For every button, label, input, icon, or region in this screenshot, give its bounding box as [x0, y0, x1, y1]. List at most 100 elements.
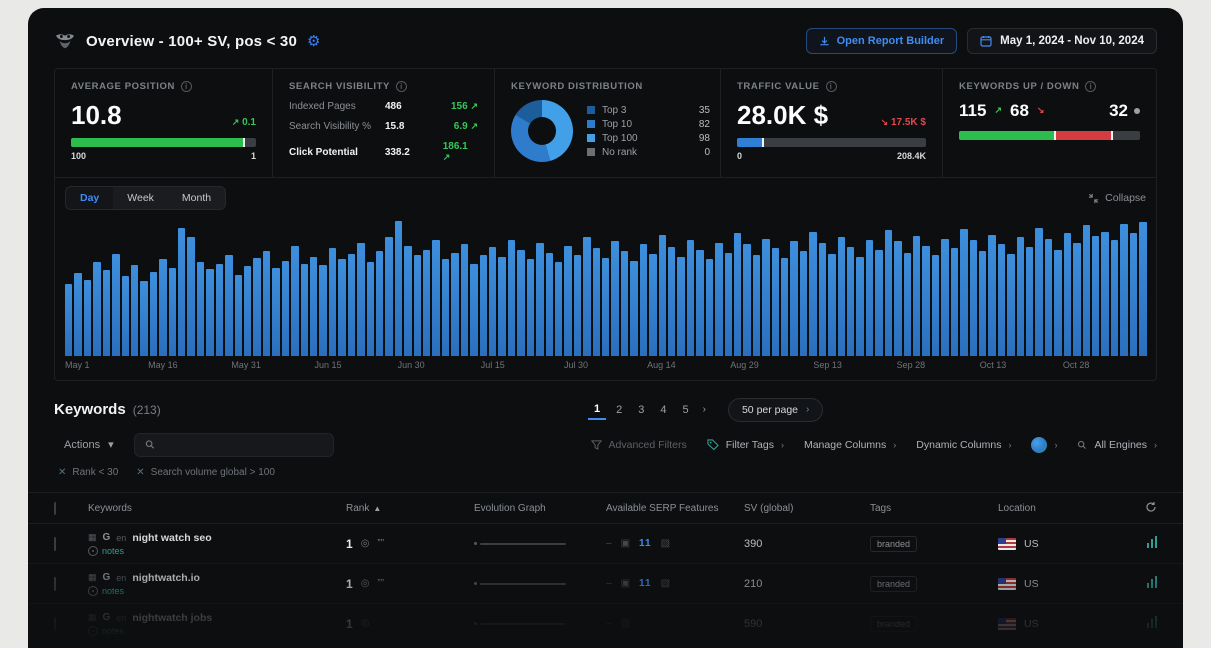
info-icon[interactable]: i — [826, 81, 837, 92]
tag-chip[interactable]: branded — [870, 616, 917, 632]
open-report-builder-button[interactable]: Open Report Builder — [806, 28, 958, 54]
chart-bar[interactable] — [187, 237, 194, 356]
rank-distribution-icon[interactable] — [1147, 576, 1158, 588]
chart-bar[interactable] — [781, 258, 788, 356]
chart-bar[interactable] — [329, 248, 336, 356]
tag-chip[interactable]: branded — [870, 576, 917, 592]
chart-bar[interactable] — [178, 228, 185, 356]
view-serp-eye-icon[interactable]: ◎ — [361, 618, 370, 629]
chart-bar[interactable] — [310, 257, 317, 356]
keyword-text[interactable]: nightwatch jobs — [132, 612, 212, 624]
chart-bar[interactable] — [235, 275, 242, 356]
chart-bar[interactable] — [206, 269, 213, 356]
chart-bar[interactable] — [706, 259, 713, 356]
chart-bar[interactable] — [253, 258, 260, 356]
chart-bar[interactable] — [301, 264, 308, 356]
chart-bar[interactable] — [1054, 250, 1061, 356]
tab-week[interactable]: Week — [113, 187, 168, 209]
chart-bar[interactable] — [517, 250, 524, 356]
page-1[interactable]: 1 — [588, 400, 606, 420]
chart-bar[interactable] — [932, 255, 939, 356]
chart-bar[interactable] — [875, 250, 882, 356]
chart-bar[interactable] — [140, 281, 147, 356]
serp-preview-icon[interactable]: ”” — [377, 538, 384, 549]
table-row[interactable]: ▦ G en night watch seo notes 1 ◎ ”” – ▣ … — [28, 524, 1183, 564]
chart-bar[interactable] — [611, 241, 618, 356]
all-engines-button[interactable]: All Engines › — [1077, 439, 1157, 451]
chart-bar[interactable] — [395, 221, 402, 356]
chart-bar[interactable] — [112, 254, 119, 356]
actions-dropdown[interactable]: Actions ▾ — [54, 432, 124, 457]
table-row[interactable]: ▦ G en nightwatch.io notes 1 ◎ ”” – ▣ 11… — [28, 564, 1183, 604]
manage-columns-button[interactable]: Manage Columns › — [804, 439, 896, 451]
chart-bar[interactable] — [1111, 240, 1118, 356]
chart-bar[interactable] — [913, 236, 920, 356]
chart-bar[interactable] — [1083, 225, 1090, 356]
advanced-filters-button[interactable]: Advanced Filters — [591, 439, 687, 451]
chart-bar[interactable] — [169, 268, 176, 356]
serp-preview-icon[interactable]: ”” — [377, 578, 384, 589]
view-serp-eye-icon[interactable]: ◎ — [361, 538, 370, 549]
keyword-search[interactable] — [134, 433, 334, 457]
chart-bar[interactable] — [838, 237, 845, 356]
search-input[interactable] — [163, 439, 323, 451]
chart-bar[interactable] — [1035, 228, 1042, 356]
row-checkbox[interactable] — [54, 577, 56, 591]
chart-bar[interactable] — [272, 268, 279, 356]
view-serp-eye-icon[interactable]: ◎ — [361, 578, 370, 589]
filter-chip-search-volume[interactable]: ✕Search volume global > 100 — [136, 467, 275, 478]
chart-bar[interactable] — [988, 235, 995, 356]
chart-bar[interactable] — [621, 251, 628, 356]
chart-bar[interactable] — [970, 240, 977, 356]
chart-bar[interactable] — [432, 240, 439, 356]
info-icon[interactable]: i — [1085, 81, 1096, 92]
dynamic-columns-button[interactable]: Dynamic Columns › — [916, 439, 1011, 451]
chart-bar[interactable] — [122, 276, 129, 356]
location-globe-button[interactable]: › — [1031, 437, 1057, 453]
note-link[interactable]: notes — [102, 626, 124, 636]
chart-bar[interactable] — [376, 251, 383, 356]
tab-day[interactable]: Day — [66, 187, 113, 209]
chart-bar[interactable] — [1120, 224, 1127, 356]
chart-bar[interactable] — [470, 264, 477, 356]
tab-month[interactable]: Month — [168, 187, 225, 209]
chart-bar[interactable] — [291, 246, 298, 356]
tag-chip[interactable]: branded — [870, 536, 917, 552]
chart-bar[interactable] — [150, 272, 157, 356]
chart-bar[interactable] — [1045, 239, 1052, 356]
chart-bar[interactable] — [856, 257, 863, 356]
chart-bar[interactable] — [74, 273, 81, 356]
page-5[interactable]: 5 — [677, 401, 695, 419]
chart-bar[interactable] — [536, 243, 543, 356]
chart-bar[interactable] — [979, 251, 986, 356]
col-tags[interactable]: Tags — [870, 503, 998, 514]
chart-bar[interactable] — [819, 243, 826, 356]
chart-bar[interactable] — [282, 261, 289, 356]
filter-chip-rank[interactable]: ✕Rank < 30 — [58, 467, 118, 478]
chart-bar[interactable] — [809, 232, 816, 356]
note-link[interactable]: notes — [102, 546, 124, 556]
refresh-icon[interactable] — [1145, 501, 1157, 513]
view-settings-gear-icon[interactable]: ⚙ — [307, 32, 320, 50]
chart-bar[interactable] — [348, 254, 355, 356]
chart-bar[interactable] — [1101, 232, 1108, 356]
chart-bar[interactable] — [762, 239, 769, 356]
chart-bar[interactable] — [244, 266, 251, 356]
chart-bar[interactable] — [225, 255, 232, 356]
chart-bar[interactable] — [828, 254, 835, 356]
chart-bar[interactable] — [772, 248, 779, 356]
chart-bar[interactable] — [1026, 247, 1033, 356]
chart-bar[interactable] — [1139, 222, 1146, 356]
chart-bar[interactable] — [508, 240, 515, 356]
chart-bar[interactable] — [263, 251, 270, 356]
info-icon[interactable]: i — [396, 81, 407, 92]
chart-bar[interactable] — [1064, 233, 1071, 356]
next-page-chevron-icon[interactable]: › — [699, 404, 710, 415]
chart-bar[interactable] — [159, 259, 166, 356]
chart-bar[interactable] — [715, 243, 722, 356]
chart-bar[interactable] — [489, 247, 496, 356]
chart-bar[interactable] — [753, 255, 760, 356]
chart-bar[interactable] — [1017, 237, 1024, 356]
chart-bar[interactable] — [894, 241, 901, 356]
chart-bar[interactable] — [93, 262, 100, 356]
